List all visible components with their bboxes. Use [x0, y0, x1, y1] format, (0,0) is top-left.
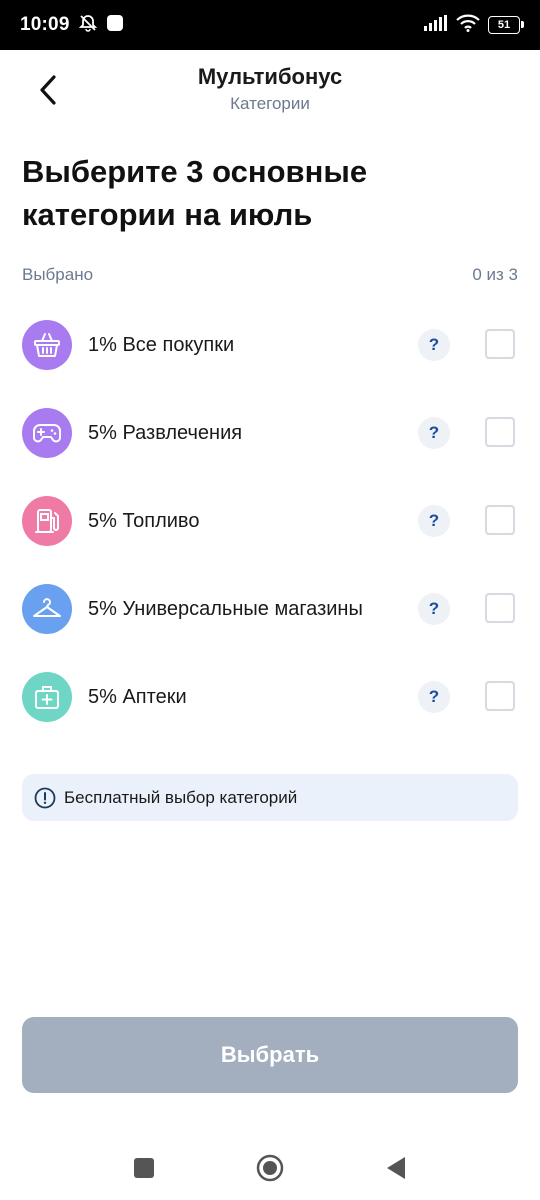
battery-level: 51 [497, 19, 511, 31]
category-checkbox[interactable] [485, 593, 515, 623]
app-header: Мультибонус Категории [0, 50, 540, 140]
category-label: 1% Все покупки [88, 334, 235, 356]
system-nav-bar [0, 1130, 540, 1200]
info-text: Бесплатный выбор категорий [64, 787, 298, 807]
selection-label: Выбрано [22, 265, 94, 284]
selection-count: 0 из 3 [472, 265, 518, 284]
wifi-icon [456, 14, 480, 37]
category-item-fuel[interactable]: 5% Топливо ? [22, 496, 518, 584]
info-banner: Бесплатный выбор категорий [22, 774, 518, 821]
category-list: 1% Все покупки ? 5% Развлечения ? 5% Топ… [22, 320, 518, 760]
battery-icon: 51 [488, 16, 524, 34]
category-label: 5% Аптеки [88, 686, 187, 708]
category-checkbox[interactable] [485, 681, 515, 711]
page-subtitle: Категории [230, 94, 310, 113]
notifications-muted-icon [78, 13, 98, 38]
category-checkbox[interactable] [485, 329, 515, 359]
signal-icon [424, 14, 448, 36]
page-title: Мультибонус [197, 64, 343, 89]
select-button[interactable]: Выбрать [22, 1017, 518, 1093]
category-item-pharmacies[interactable]: 5% Аптеки ? [22, 672, 518, 760]
category-label: 5% Топливо [88, 510, 200, 532]
category-item-department-stores[interactable]: 5% Универсальные магазины ? [22, 584, 518, 672]
help-button[interactable]: ? [418, 593, 450, 625]
selection-counter: Выбрано 0 из 3 [22, 265, 518, 285]
home-button[interactable] [256, 1154, 284, 1182]
first-aid-kit-icon [22, 672, 72, 722]
category-label: 5% Развлечения [88, 422, 243, 444]
info-icon [34, 787, 56, 808]
category-checkbox[interactable] [485, 417, 515, 447]
nav-back-button[interactable] [385, 1155, 407, 1181]
recent-apps-button[interactable] [134, 1158, 154, 1178]
category-checkbox[interactable] [485, 505, 515, 535]
status-time: 10:09 [20, 14, 70, 35]
hanger-icon [22, 584, 72, 634]
category-item-entertainment[interactable]: 5% Развлечения ? [22, 408, 518, 496]
category-label: 5% Универсальные магазины [88, 598, 363, 620]
help-button[interactable]: ? [418, 681, 450, 713]
app-notification-icon [106, 14, 124, 37]
section-heading: Выберите 3 основные категории на июль [22, 154, 368, 232]
fuel-pump-icon [22, 496, 72, 546]
basket-icon [22, 320, 72, 370]
category-item-all-purchases[interactable]: 1% Все покупки ? [22, 320, 518, 408]
gamepad-icon [22, 408, 72, 458]
help-button[interactable]: ? [418, 505, 450, 537]
help-button[interactable]: ? [418, 417, 450, 449]
status-bar: 10:09 51 [0, 0, 540, 50]
help-button[interactable]: ? [418, 329, 450, 361]
